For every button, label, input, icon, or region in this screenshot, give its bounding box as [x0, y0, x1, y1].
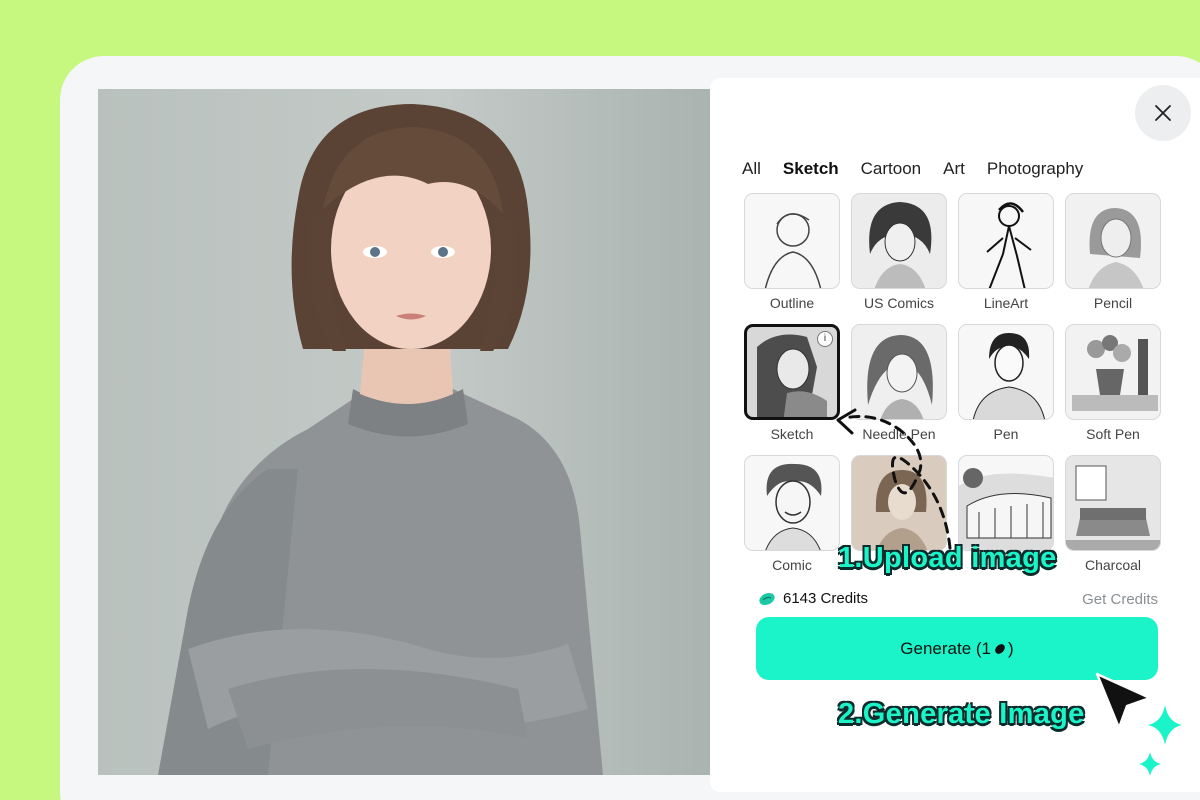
- style-label-needle-pen: Needle Pen: [862, 426, 936, 442]
- credit-bean-icon: [759, 592, 775, 605]
- upload-callout: 1.Upload image: [838, 542, 1057, 574]
- close-button[interactable]: [1135, 85, 1191, 141]
- outline-portrait-icon: [744, 193, 840, 289]
- needle-pen-portrait-icon: [851, 324, 947, 420]
- credits-row: 6143 Credits Get Credits: [758, 590, 1158, 612]
- soft-pen-still-life-icon: [1065, 324, 1161, 420]
- style-card-architecture[interactable]: [958, 455, 1054, 551]
- architecture-sketch-icon: [958, 455, 1054, 551]
- style-label-outline: Outline: [769, 295, 815, 311]
- credits-count: 6143 Credits: [783, 590, 869, 607]
- uploaded-photo: [98, 89, 712, 775]
- us-comics-portrait-icon: [851, 193, 947, 289]
- get-credits-link[interactable]: Get Credits: [1082, 591, 1158, 608]
- style-card-outline[interactable]: Outline: [744, 193, 840, 311]
- credits-balance: 6143 Credits: [758, 590, 868, 607]
- tab-art[interactable]: Art: [943, 159, 965, 179]
- style-card-charcoal[interactable]: Charcoal: [1065, 455, 1161, 573]
- generate-callout: 2.Generate Image: [838, 698, 1085, 730]
- sketch-portrait-icon: i: [744, 324, 840, 420]
- pencil-portrait-icon: [1065, 193, 1161, 289]
- style-card-comic[interactable]: Comic: [744, 455, 840, 573]
- close-icon: [1155, 105, 1171, 121]
- style-card-pen[interactable]: Pen: [958, 324, 1054, 442]
- style-card-lineart[interactable]: LineArt: [958, 193, 1054, 311]
- tab-sketch[interactable]: Sketch: [783, 159, 839, 179]
- style-label-us-comics: US Comics: [863, 295, 934, 311]
- generate-button[interactable]: Generate (1 ): [756, 617, 1158, 680]
- style-card-needle-pen[interactable]: Needle Pen: [851, 324, 947, 442]
- tab-all[interactable]: All: [742, 159, 761, 179]
- style-label-comic: Comic: [772, 557, 812, 573]
- credit-bean-icon: [995, 643, 1005, 654]
- tab-photography[interactable]: Photography: [987, 159, 1083, 179]
- style-card-soft-pen[interactable]: Soft Pen: [1065, 324, 1161, 442]
- style-label-pen: Pen: [993, 426, 1019, 442]
- style-card-pencil[interactable]: Pencil: [1065, 193, 1161, 311]
- style-label-sketch: Sketch: [770, 426, 814, 442]
- style-card-us-comics[interactable]: US Comics: [851, 193, 947, 311]
- style-label-soft-pen: Soft Pen: [1086, 426, 1140, 442]
- generate-label-suffix: ): [1008, 638, 1014, 658]
- style-grid: Outline US Comics LineArt Pencil i Sketc…: [744, 193, 1164, 583]
- portrait-illustration: [158, 104, 603, 775]
- info-icon[interactable]: i: [817, 331, 833, 347]
- style-card-sepia[interactable]: [851, 455, 947, 551]
- style-label-charcoal: Charcoal: [1084, 557, 1142, 573]
- generate-label: Generate (1: [900, 638, 992, 658]
- lineart-figure-icon: [958, 193, 1054, 289]
- charcoal-interior-icon: [1065, 455, 1161, 551]
- sepia-portrait-icon: [851, 455, 947, 551]
- tab-cartoon[interactable]: Cartoon: [861, 159, 921, 179]
- style-label-pencil: Pencil: [1093, 295, 1133, 311]
- comic-portrait-icon: [744, 455, 840, 551]
- pen-portrait-icon: [958, 324, 1054, 420]
- style-card-sketch[interactable]: i Sketch: [744, 324, 840, 442]
- style-label-lineart: LineArt: [983, 295, 1029, 311]
- style-category-tabs: All Sketch Cartoon Art Photography: [742, 159, 1105, 179]
